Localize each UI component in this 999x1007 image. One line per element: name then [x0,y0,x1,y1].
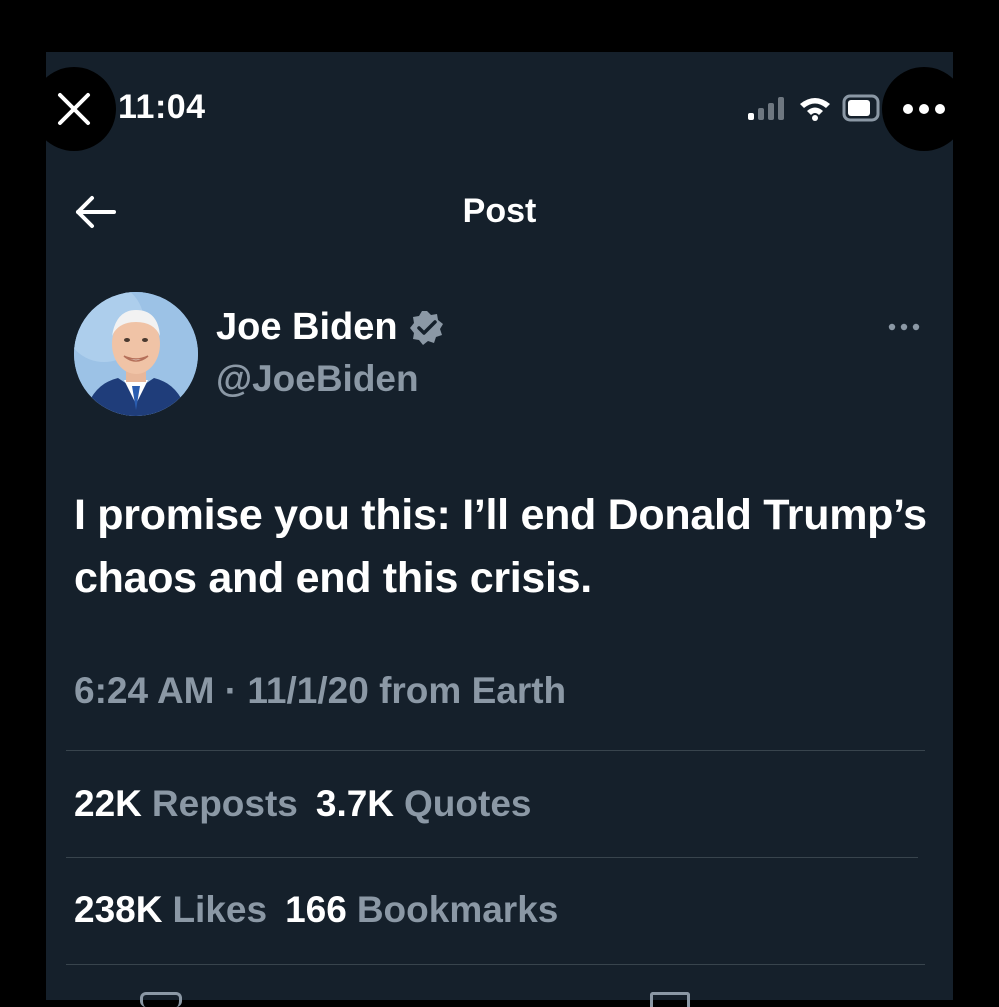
post-header: Post [46,180,953,250]
stats-row-reposts: 22K Reposts 3.7K Quotes [74,783,532,825]
close-icon [58,93,90,125]
divider [66,964,925,965]
reposts-stat[interactable]: 22K Reposts [74,783,298,825]
verified-badge-icon [409,310,443,345]
bookmarks-label: Bookmarks [356,889,559,930]
avatar[interactable] [74,292,198,416]
divider [66,857,918,858]
quotes-count: 3.7K [315,783,395,824]
likes-count: 238K [74,889,163,930]
wifi-icon [800,98,830,121]
author-handle[interactable]: @JoeBiden [216,358,419,400]
post-timestamp: 6:24 AM · 11/1/20 from Earth [74,670,567,711]
reposts-count: 22K [74,783,142,824]
stats-row-likes: 238K Likes 166 Bookmarks [74,889,558,931]
status-icons [746,94,882,122]
divider [66,750,925,751]
status-time: 11:04 [118,88,206,126]
bookmarks-stat[interactable]: 166 Bookmarks [285,889,558,931]
quotes-label: Quotes [404,783,532,824]
close-button[interactable] [32,67,116,151]
reposts-label: Reposts [151,783,298,824]
avatar-image [74,292,198,416]
quotes-stat[interactable]: 3.7K Quotes [316,783,532,825]
post-more-options-icon[interactable] [886,315,922,339]
likes-label: Likes [172,889,268,930]
post-text: I promise you this: I’ll end Donald Trum… [74,491,927,602]
author-name-text: Joe Biden [216,306,398,348]
signal-icon [748,97,784,120]
bookmarks-count: 166 [285,889,347,930]
page-title: Post [462,192,537,230]
overlay-more-button[interactable] [882,67,966,151]
likes-stat[interactable]: 238K Likes [74,889,267,931]
battery-icon [842,94,880,122]
more-options-icon [903,104,945,114]
author-name[interactable]: Joe Biden [216,306,446,349]
